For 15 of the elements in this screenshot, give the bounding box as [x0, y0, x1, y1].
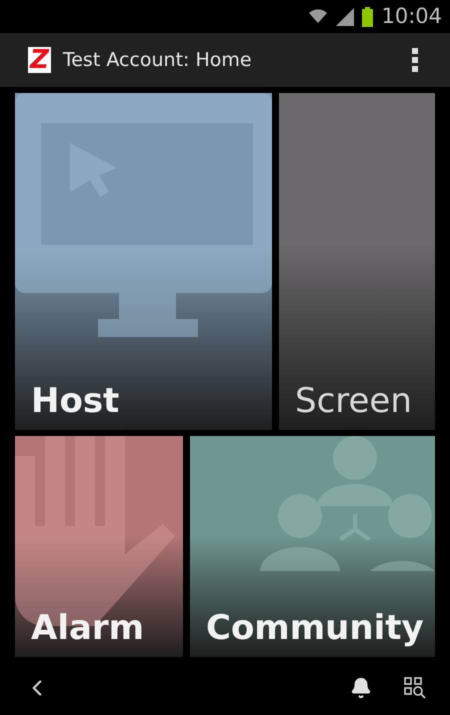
bell-icon[interactable]	[350, 677, 372, 699]
monitor-icon	[15, 93, 272, 338]
tile-label: Community	[205, 611, 425, 650]
home-tile[interactable]: Host	[15, 93, 272, 430]
app-title: Test Account: Home	[62, 48, 252, 73]
qr-scan-icon[interactable]	[404, 677, 426, 699]
signal-icon	[336, 8, 354, 26]
tile-label: Screen	[294, 384, 413, 423]
clock: 10:04	[381, 2, 442, 30]
home-tile[interactable]: Alarm	[15, 436, 183, 657]
tile-label: Alarm	[30, 611, 146, 650]
home-tile[interactable]: Community	[190, 436, 435, 657]
tile-label: Host	[30, 384, 120, 423]
app-logo: Z	[28, 47, 51, 73]
battery-icon	[362, 6, 374, 26]
